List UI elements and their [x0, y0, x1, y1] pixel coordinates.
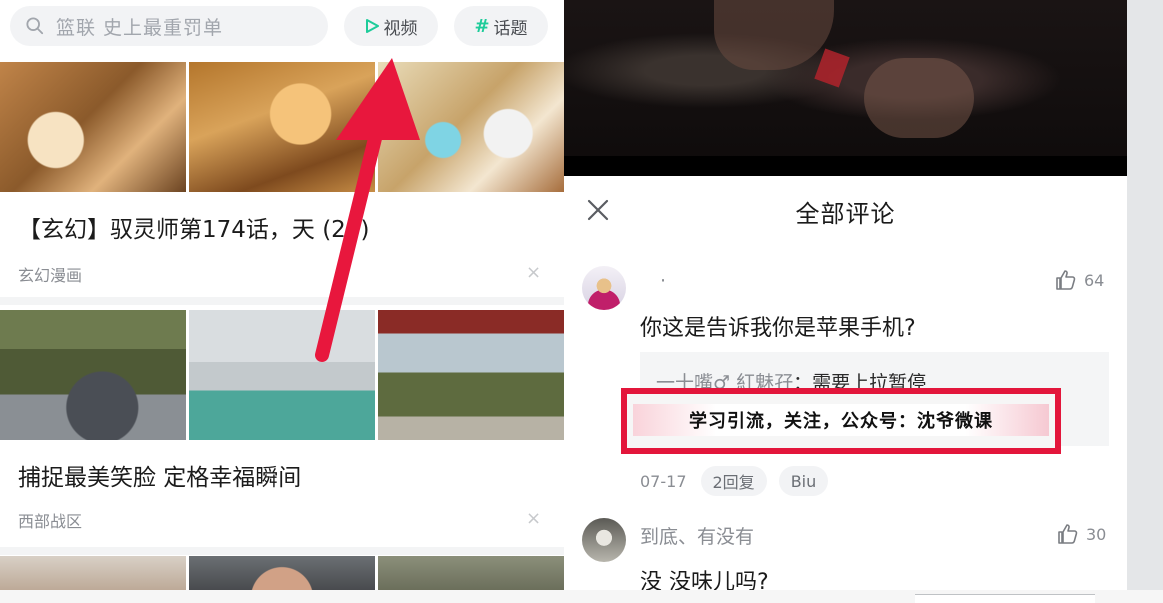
thumbs-up-icon: [1056, 270, 1076, 290]
photo-thumbnail: [0, 310, 186, 440]
feed-top-bar: 篮联 史上最重罚单 视频 # 话题: [0, 0, 564, 56]
search-icon: [26, 17, 44, 35]
feed-divider: [0, 297, 564, 305]
topic-button-label: 话题: [493, 18, 528, 39]
avatar[interactable]: [582, 518, 626, 562]
photo-thumbnail: [378, 310, 564, 440]
dismiss-icon[interactable]: ×: [526, 262, 541, 283]
comments-panel: 全部评论 · 64 你这是告诉我你是苹果手机? 一十嘴♂ 紅魅孖：需要上拉暂停 …: [564, 0, 1127, 603]
promo-overlay-text: 学习引流，关注，公众号：沈爷微课: [689, 411, 993, 432]
feed-item-1-title[interactable]: 【玄幻】驭灵师第174话，天 (29): [18, 210, 369, 244]
dismiss-icon[interactable]: ×: [526, 508, 541, 529]
comments-header: 全部评论: [564, 176, 1127, 246]
comment-username[interactable]: ·: [660, 270, 666, 292]
feed-panel: 篮联 史上最重罚单 视频 # 话题 【玄幻】驭灵师第174话，天 (29) 玄幻…: [0, 0, 564, 603]
comments-title: 全部评论: [795, 200, 896, 228]
video-button[interactable]: 视频: [344, 6, 438, 46]
feed-item-2-source: 西部战区: [18, 512, 83, 531]
comic-thumbnail: [189, 62, 375, 192]
reply-count-button[interactable]: 2回复: [700, 466, 767, 496]
video-player[interactable]: [564, 0, 1127, 176]
topic-button[interactable]: # 话题: [454, 6, 548, 46]
comic-thumbnail: [0, 62, 186, 192]
bottom-input-edge: [915, 594, 1095, 603]
comment-meta: 07-17 2回复 Biu: [640, 466, 829, 496]
hashtag-icon: #: [474, 15, 490, 37]
feed-divider: [0, 547, 564, 555]
search-placeholder: 篮联 史上最重罚单: [56, 16, 224, 39]
like-button[interactable]: 64: [1054, 268, 1104, 292]
comment-username[interactable]: 到底、有没有: [640, 522, 754, 549]
feed-item-2-title[interactable]: 捕捉最美笑脸 定格幸福瞬间: [18, 458, 301, 492]
like-count: 64: [1084, 270, 1105, 290]
feed-item-2-images[interactable]: [0, 310, 564, 440]
comment-text: 你这是告诉我你是苹果手机?: [640, 316, 916, 341]
video-button-label: 视频: [383, 18, 418, 39]
comment-date: 07-17: [640, 471, 687, 491]
comic-thumbnail: [378, 62, 564, 192]
feed-item-1-source: 玄幻漫画: [18, 266, 83, 285]
side-margin: [1127, 0, 1163, 590]
avatar[interactable]: [582, 266, 626, 310]
promo-overlay-box: 学习引流，关注，公众号：沈爷微课: [621, 388, 1061, 454]
photo-thumbnail: [189, 310, 375, 440]
feed-item-1-images[interactable]: [0, 62, 564, 192]
like-count: 30: [1086, 524, 1107, 544]
like-button[interactable]: 30: [1056, 522, 1106, 546]
search-input[interactable]: 篮联 史上最重罚单: [10, 6, 328, 46]
thumbs-up-icon: [1058, 524, 1078, 544]
biu-button[interactable]: Biu: [778, 466, 829, 496]
play-icon: [365, 19, 379, 33]
